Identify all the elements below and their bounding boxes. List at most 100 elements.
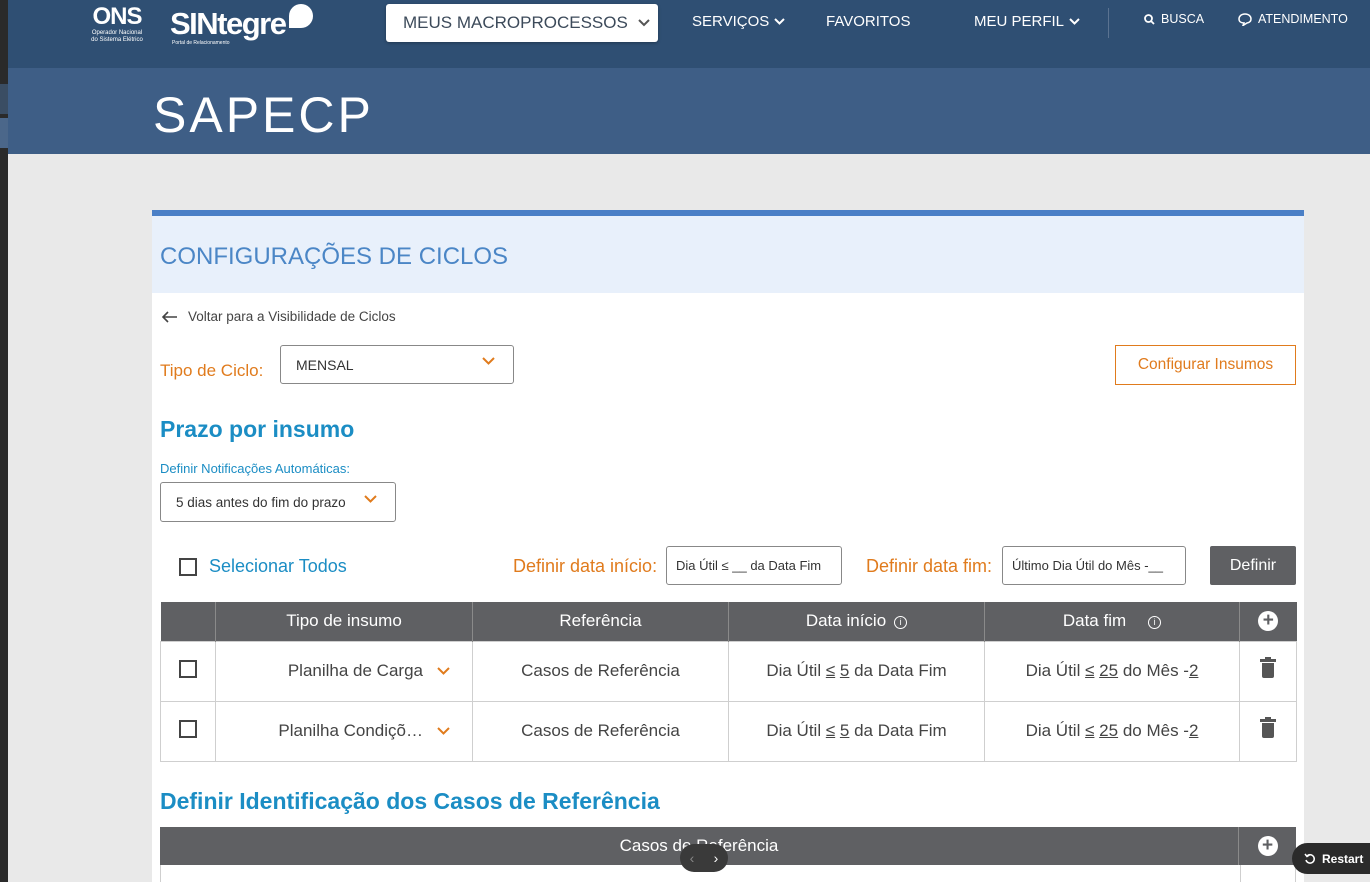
- fim-num: 25: [1099, 721, 1119, 740]
- info-icon[interactable]: i: [1148, 616, 1162, 630]
- header-data-fim-label: Data fim: [1062, 611, 1127, 631]
- chevron-left-icon[interactable]: ‹: [690, 850, 695, 866]
- fim-num: 25: [1099, 661, 1119, 680]
- data-fim-cell[interactable]: Dia Útil ≤ 25 do Mês -2: [984, 640, 1240, 702]
- sintegre-logo[interactable]: SINtegre Portal de Relacionamento: [170, 4, 313, 46]
- referencia-cell: Casos de Referência: [472, 700, 729, 762]
- ons-logo-text: ONS: [92, 3, 142, 30]
- header-data-inicio: Data início i: [728, 602, 985, 641]
- nav-atendimento[interactable]: ATENDIMENTO: [1238, 12, 1348, 26]
- nav-atendimento-label: ATENDIMENTO: [1258, 12, 1348, 26]
- sintegre-logo-text: SINtegre: [170, 6, 287, 41]
- selecionar-todos[interactable]: Selecionar Todos: [179, 556, 347, 577]
- card-header: CONFIGURAÇÕES DE CICLOS: [152, 216, 1304, 293]
- meus-macroprocessos-button[interactable]: MEUS MACROPROCESSOS: [386, 4, 658, 42]
- nav-favoritos-label: FAVORITOS: [826, 13, 911, 30]
- inicio-pre: Dia Útil: [766, 721, 826, 740]
- restart-button[interactable]: Restart: [1292, 843, 1370, 874]
- header-data-fim: Data fim i: [984, 602, 1240, 641]
- table-row: Planilha Condiçõ… Casos de Referência Di…: [160, 700, 1297, 762]
- data-inicio-cell[interactable]: Dia Útil ≤ 5 da Data Fim: [728, 640, 985, 702]
- fim-num2: 2: [1188, 721, 1199, 740]
- header-tipo-insumo: Tipo de insumo: [215, 602, 473, 641]
- table-header-row: Tipo de insumo Referência Data início i D…: [160, 602, 1297, 641]
- chevron-down-icon: [638, 19, 650, 27]
- tipo-ciclo-value: MENSAL: [296, 357, 354, 373]
- fim-pre: Dia Útil: [1025, 721, 1086, 740]
- nav-busca[interactable]: BUSCA: [1144, 12, 1204, 26]
- nav-servicos-label: SERVIÇOS: [692, 13, 770, 30]
- tipo-insumo-cell[interactable]: Planilha de Carga: [215, 640, 473, 702]
- row-checkbox[interactable]: [179, 719, 197, 738]
- chevron-right-icon[interactable]: ›: [714, 850, 719, 866]
- definir-data-inicio-field[interactable]: Dia Útil ≤ __ da Data Fim: [666, 546, 842, 585]
- ons-logo-sub1: Operador Nacional: [91, 30, 143, 36]
- sintegre-bubble-icon: [289, 4, 313, 28]
- card-title: CONFIGURAÇÕES DE CICLOS: [160, 243, 509, 270]
- restart-icon: [1304, 853, 1315, 864]
- tipo-ciclo-label: Tipo de Ciclo:: [160, 361, 264, 380]
- tipo-insumo-value: Planilha Condiçõ…: [278, 721, 423, 740]
- info-icon[interactable]: i: [894, 616, 908, 630]
- configurar-insumos-button[interactable]: Configurar Insumos: [1115, 345, 1296, 385]
- chevron-down-icon: [1069, 18, 1080, 25]
- tipo-insumo-cell[interactable]: Planilha Condiçõ…: [215, 700, 473, 762]
- chat-icon: [1238, 12, 1252, 26]
- fim-op: ≤: [1085, 661, 1095, 680]
- add-caso-icon[interactable]: +: [1257, 836, 1278, 856]
- inicio-num: 5: [839, 661, 850, 680]
- data-fim-cell[interactable]: Dia Útil ≤ 25 do Mês -2: [984, 700, 1240, 762]
- casos-referencia-table-header: Casos de Referência +: [160, 827, 1296, 865]
- data-inicio-cell[interactable]: Dia Útil ≤ 5 da Data Fim: [728, 700, 985, 762]
- referencia-cell: Casos de Referência: [472, 640, 729, 702]
- inicio-post: da Data Fim: [849, 721, 947, 740]
- inicio-pre: Dia Útil: [766, 661, 826, 680]
- nav-servicos[interactable]: SERVIÇOS: [692, 13, 785, 30]
- fim-op: ≤: [1085, 721, 1095, 740]
- fim-pre: Dia Útil: [1025, 661, 1086, 680]
- inicio-num: 5: [839, 721, 850, 740]
- chevron-down-icon: [364, 495, 377, 503]
- definir-data-fim-label: Definir data fim:: [866, 556, 993, 576]
- selecionar-todos-label: Selecionar Todos: [209, 556, 347, 576]
- identificacao-casos-heading: Definir Identificação dos Casos de Refer…: [160, 788, 660, 814]
- ons-logo-sub2: do Sistema Elétrico: [91, 37, 143, 43]
- nav-favoritos[interactable]: FAVORITOS: [826, 13, 910, 30]
- definir-button[interactable]: Definir: [1210, 546, 1296, 585]
- header-data-inicio-label: Data início: [805, 611, 887, 631]
- inicio-post: da Data Fim: [849, 661, 947, 680]
- row-checkbox[interactable]: [179, 659, 197, 678]
- app-window: ONS Operador Nacional do Sistema Elétric…: [8, 0, 1370, 882]
- nav-busca-label: BUSCA: [1161, 12, 1205, 26]
- page-banner: SAPECP: [8, 68, 1370, 154]
- selecionar-todos-checkbox[interactable]: [179, 557, 197, 576]
- trash-icon[interactable]: [1260, 717, 1276, 738]
- row-actions-cell: [1239, 700, 1297, 762]
- definir-data-inicio-label: Definir data início:: [513, 556, 658, 576]
- definir-data-fim-field[interactable]: Último Dia Útil do Mês -__: [1002, 546, 1186, 585]
- nav-meu-perfil-label: MEU PERFIL: [974, 13, 1065, 30]
- prazo-por-insumo-heading: Prazo por insumo: [160, 416, 355, 442]
- macroprocessos-label: MEUS MACROPROCESSOS: [403, 13, 628, 32]
- ons-logo[interactable]: ONS Operador Nacional do Sistema Elétric…: [86, 4, 148, 44]
- row-actions-cell: [1239, 640, 1297, 702]
- chevron-down-icon: [437, 667, 450, 675]
- inicio-op: ≤: [825, 721, 836, 740]
- chevron-down-icon: [774, 18, 785, 25]
- back-link[interactable]: Voltar para a Visibilidade de Ciclos: [162, 309, 396, 324]
- nav-meu-perfil[interactable]: MEU PERFIL: [974, 13, 1080, 30]
- notificacoes-select[interactable]: 5 dias antes do fim do prazo: [160, 482, 396, 522]
- configuracoes-card: CONFIGURAÇÕES DE CICLOS Voltar para a Vi…: [152, 210, 1304, 882]
- search-icon: [1144, 13, 1155, 25]
- tipo-insumo-value: Planilha de Carga: [287, 661, 423, 680]
- fim-num2: 2: [1188, 661, 1199, 680]
- tipo-ciclo-select[interactable]: MENSAL: [280, 345, 514, 384]
- casos-referencia-table-body: [160, 865, 1296, 882]
- trash-icon[interactable]: [1260, 657, 1276, 678]
- header-add: +: [1239, 827, 1296, 865]
- row-select-cell: [160, 700, 216, 762]
- inicio-op: ≤: [825, 661, 836, 680]
- add-row-icon[interactable]: +: [1258, 611, 1279, 632]
- nav-divider: [1108, 8, 1109, 38]
- table-row: Planilha de Carga Casos de Referência Di…: [160, 640, 1297, 702]
